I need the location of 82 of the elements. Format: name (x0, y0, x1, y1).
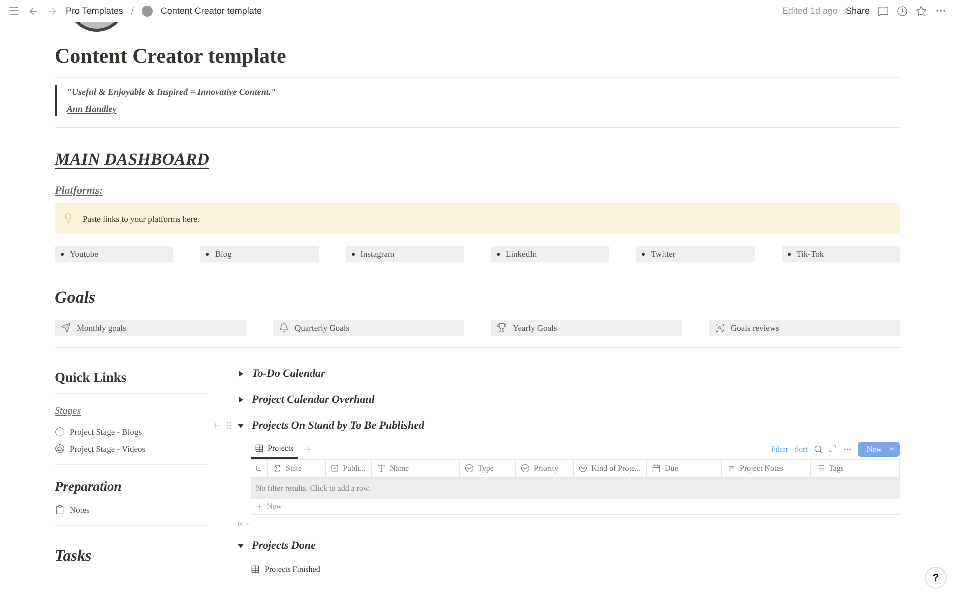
dashed-circle-icon (55, 426, 65, 436)
toggle-heading[interactable]: Projects On Stand by To Be Published (238, 413, 900, 439)
toggle-heading[interactable]: To-Do Calendar (238, 361, 900, 387)
quote-text: "Useful & Enjoyable & Inspired = Innovative Content." (67, 87, 278, 97)
bell-icon (279, 323, 289, 333)
breadcrumb[interactable]: Pro Templates (66, 6, 124, 16)
select-icon (465, 464, 474, 473)
calendar-icon (652, 464, 661, 473)
caret-icon (888, 445, 896, 453)
table-icon (251, 564, 260, 574)
page-link[interactable]: Project Stage - Videos (55, 440, 208, 457)
table-icon (255, 444, 264, 452)
author-link[interactable]: Ann Handley (67, 104, 117, 114)
column-header[interactable]: State (268, 460, 326, 477)
paper-plane-icon (61, 323, 71, 333)
breadcrumb[interactable]: Content Creator template (160, 6, 262, 16)
platform-item[interactable]: LinkedIn (491, 246, 610, 262)
menu-icon[interactable] (8, 5, 20, 17)
platform-item[interactable]: Instagram (346, 246, 464, 262)
platform-item[interactable]: Tik-Tok (782, 246, 900, 262)
expand-icon[interactable] (828, 445, 837, 453)
page-title: Content Creator template (55, 22, 900, 78)
collapsed-caret-icon[interactable] (238, 397, 244, 403)
platform-item[interactable]: Youtube (55, 246, 174, 262)
comment-icon[interactable] (878, 6, 889, 16)
plus-icon (255, 502, 264, 510)
goal-link[interactable]: Quarterly Goals (273, 320, 464, 336)
view-tab[interactable]: Projects (251, 439, 298, 459)
clock-icon[interactable] (897, 6, 908, 16)
section-heading: Platforms: (55, 185, 104, 197)
goal-link[interactable]: Yearly Goals (491, 320, 682, 336)
platform-item[interactable]: Blog (200, 246, 319, 262)
column-header[interactable]: Project Notes (722, 460, 811, 477)
breadcrumb-separator: / (131, 6, 134, 16)
drag-handle-icon (224, 421, 234, 431)
lightbulb-icon (63, 213, 74, 224)
goals-heading: Goals (55, 288, 97, 308)
trophy-icon (497, 323, 507, 333)
column-header[interactable]: Publi... (326, 460, 372, 477)
page-link[interactable]: Project Stage - Blogs (55, 423, 208, 440)
back-icon[interactable] (28, 6, 39, 16)
collapsed-caret-icon[interactable] (238, 371, 244, 377)
callout-text: Paste links to your platforms here. (83, 214, 200, 224)
edited-time: Edited 1d ago (782, 6, 838, 16)
column-header[interactable]: Priority (516, 460, 574, 477)
search-icon[interactable] (814, 444, 823, 454)
select-icon (579, 464, 588, 473)
text-icon (377, 464, 386, 473)
dashboard-heading: MAIN DASHBOARD (55, 150, 210, 170)
page-link[interactable]: Notes (55, 501, 208, 518)
chevron-icon (245, 520, 252, 528)
column-header[interactable]: Name (372, 460, 460, 477)
tasks-heading: Tasks (55, 548, 93, 566)
star-icon[interactable] (916, 6, 927, 16)
goal-link[interactable]: Goals reviews (709, 320, 900, 336)
aperture-icon (55, 444, 65, 454)
select-icon (521, 464, 530, 473)
help-button[interactable]: ? (925, 567, 947, 589)
expanded-caret-icon[interactable] (238, 423, 244, 429)
scan-icon (715, 323, 725, 333)
column-header[interactable]: Tags (811, 460, 900, 477)
list-icon (816, 464, 825, 473)
share-button[interactable]: Share (846, 6, 870, 16)
expanded-caret-icon[interactable] (238, 543, 244, 549)
column-header[interactable]: Due (647, 460, 722, 477)
linked-view[interactable]: Projects Finished (251, 559, 900, 579)
toggle-heading[interactable]: Project Calendar Overhaul (238, 387, 900, 413)
page-icon (142, 6, 153, 16)
arrow-icon (727, 464, 736, 473)
clipboard-icon (55, 504, 65, 514)
add-block-icon (211, 421, 221, 431)
sidebar-title: Quick Links (55, 361, 208, 394)
group-heading: Preparation (55, 479, 123, 495)
sigma-icon (273, 464, 282, 473)
toggle-heading[interactable]: Projects Done (238, 533, 900, 559)
goal-link[interactable]: Monthly goals (55, 320, 246, 336)
platform-item[interactable]: Twitter (636, 246, 755, 262)
checkbox-icon (331, 464, 340, 473)
column-header[interactable]: Kind of Proje... (574, 460, 647, 477)
checkbox-icon (256, 464, 262, 473)
column-header[interactable]: Type (460, 460, 516, 477)
group-heading: Stages (55, 406, 82, 417)
